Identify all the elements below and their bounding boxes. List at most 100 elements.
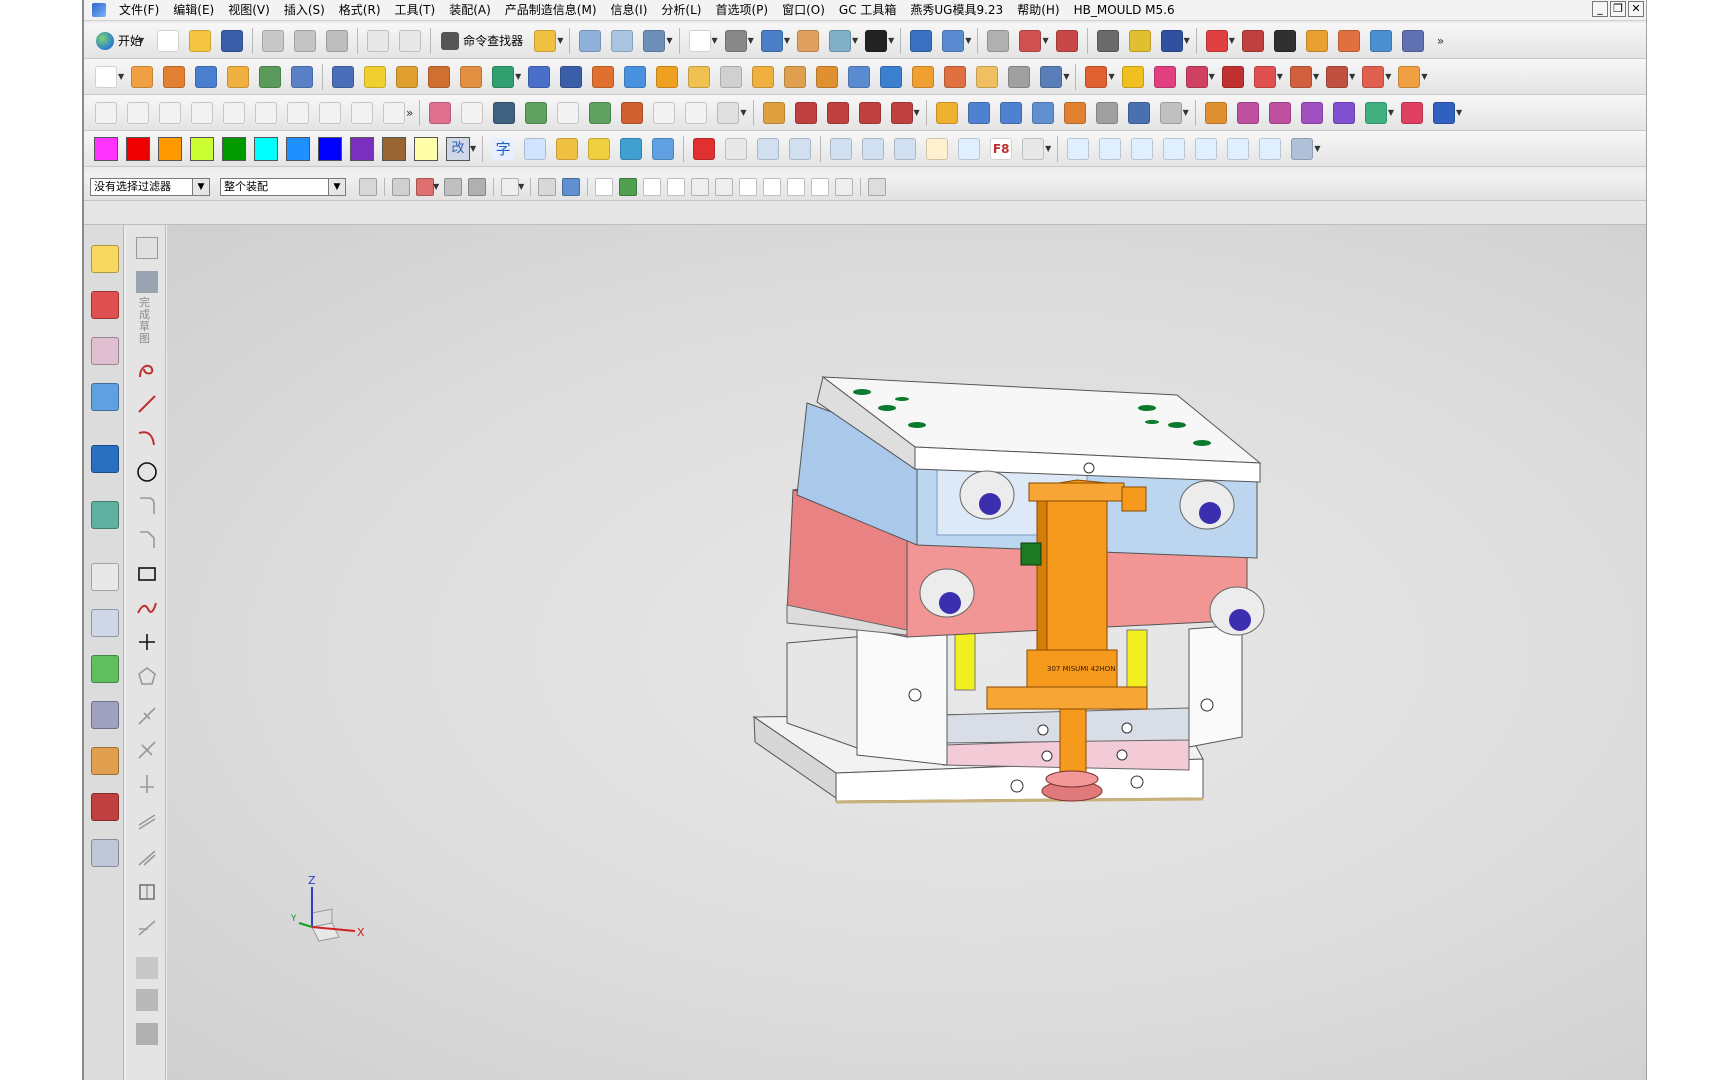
mirror-body-icon[interactable] xyxy=(862,137,885,160)
cavity-icon[interactable] xyxy=(1185,65,1208,88)
minimize-button[interactable]: _ xyxy=(1592,1,1608,17)
quadrant-snap-icon[interactable] xyxy=(763,177,782,196)
draft-icon[interactable] xyxy=(528,65,551,88)
bounded-plane-icon[interactable] xyxy=(912,65,935,88)
n-sided-surface-icon[interactable] xyxy=(1063,101,1086,124)
menu-help[interactable]: 帮助(H) xyxy=(1010,0,1066,20)
close-button[interactable]: ✕ xyxy=(1628,1,1644,17)
revolve-icon[interactable] xyxy=(163,65,186,88)
sketch-arc-icon[interactable] xyxy=(136,427,158,449)
grid-layout-icon[interactable] xyxy=(1291,137,1314,160)
sew-icon[interactable] xyxy=(944,65,967,88)
background-icon[interactable] xyxy=(865,29,888,52)
csys-icon[interactable] xyxy=(958,137,981,160)
finish-sketch-label[interactable]: 完成草图 xyxy=(139,297,153,345)
drafting-icon[interactable] xyxy=(1337,29,1360,52)
hole-icon[interactable] xyxy=(396,65,419,88)
sphere-icon[interactable] xyxy=(364,65,387,88)
extract-body-icon[interactable] xyxy=(880,65,903,88)
color-swatch-blue[interactable] xyxy=(318,136,342,161)
note-icon[interactable] xyxy=(621,101,644,124)
pattern-curve-icon[interactable] xyxy=(136,847,158,869)
command-finder-button[interactable]: 命令查找器 xyxy=(435,29,529,53)
angle-icon[interactable] xyxy=(717,101,740,124)
mate-component-icon[interactable] xyxy=(1128,29,1151,52)
start-button[interactable]: 开始 ▼ xyxy=(90,29,152,53)
mold-tool-icon[interactable] xyxy=(1040,65,1063,88)
block-icon[interactable] xyxy=(195,65,218,88)
roles-tab[interactable] xyxy=(91,747,119,775)
wave-geometry-icon[interactable] xyxy=(1019,29,1042,52)
feature-select-icon[interactable] xyxy=(416,177,434,196)
delete-face-icon[interactable] xyxy=(816,65,839,88)
selection-scope-dropdown[interactable]: 整个装配 ▼ xyxy=(220,177,346,196)
constraint-navigator-tab[interactable] xyxy=(91,291,119,319)
datum-plane-icon[interactable] xyxy=(830,137,853,160)
color-swatch-green[interactable] xyxy=(222,136,246,161)
web-browser-tab[interactable] xyxy=(91,501,119,529)
xiii-icon[interactable] xyxy=(1022,137,1045,160)
rectangle-icon[interactable] xyxy=(159,101,181,124)
cylinder-icon[interactable] xyxy=(291,65,314,88)
transform-icon[interactable] xyxy=(611,29,634,52)
menu-information[interactable]: 信息(I) xyxy=(604,0,655,20)
fit-view-icon[interactable] xyxy=(688,29,711,52)
resize-face-icon[interactable] xyxy=(848,65,871,88)
restore-button[interactable]: ❐ xyxy=(1610,1,1626,17)
quick-extend-icon[interactable] xyxy=(136,739,158,761)
history-tab[interactable] xyxy=(91,563,119,591)
select-body-icon[interactable] xyxy=(468,177,487,196)
match-edge-icon[interactable] xyxy=(1300,101,1323,124)
offset-body-icon[interactable] xyxy=(894,137,917,160)
menu-view[interactable]: 视图(V) xyxy=(221,0,277,20)
polygon-icon[interactable] xyxy=(255,101,277,124)
point-on-curve-snap-icon[interactable] xyxy=(811,177,830,196)
open-recent-icon[interactable] xyxy=(534,29,557,52)
new-file-icon[interactable] xyxy=(157,29,180,52)
x-form-icon[interactable] xyxy=(1236,101,1259,124)
cone-icon[interactable] xyxy=(1305,29,1328,52)
extend-curve-icon[interactable] xyxy=(826,101,849,124)
dimension-icon[interactable] xyxy=(1241,29,1264,52)
circle-center-icon[interactable] xyxy=(1227,137,1250,160)
edit-color-button[interactable]: 改 xyxy=(446,136,470,161)
wireframe-edit-icon[interactable] xyxy=(429,101,452,124)
system-scenes-tab[interactable] xyxy=(91,793,119,821)
menu-format[interactable]: 格式(R) xyxy=(332,0,388,20)
reflection-analysis-icon[interactable] xyxy=(1400,101,1423,124)
offset-curve-icon[interactable] xyxy=(319,101,341,124)
select-face-icon[interactable] xyxy=(643,29,666,52)
chamfer-icon[interactable] xyxy=(592,65,615,88)
color-swatch-cyan[interactable] xyxy=(254,136,278,161)
sketch-settings-icon[interactable] xyxy=(136,237,158,259)
assembly-navigator-icon[interactable] xyxy=(987,29,1010,52)
hook-icon[interactable] xyxy=(789,137,812,160)
add-component-icon[interactable] xyxy=(910,29,933,52)
snap-settings-icon[interactable] xyxy=(619,177,638,196)
frame-square-icon[interactable] xyxy=(725,137,748,160)
color-swatch-lime[interactable] xyxy=(190,136,214,161)
reference-set-icon[interactable] xyxy=(942,29,965,52)
studio-surface-icon[interactable] xyxy=(1095,101,1118,124)
sketch-point-icon[interactable] xyxy=(136,631,158,653)
endpoint-snap-icon[interactable] xyxy=(643,177,662,196)
select-all-icon[interactable] xyxy=(392,177,410,196)
standard-part-icon[interactable] xyxy=(1121,65,1144,88)
toolbar-more[interactable]: » xyxy=(1437,34,1444,48)
menu-edit[interactable]: 编辑(E) xyxy=(166,0,221,20)
intersection-snap-icon[interactable] xyxy=(715,177,734,196)
move-face-icon[interactable] xyxy=(752,65,775,88)
dimension-sketch-icon[interactable] xyxy=(136,881,158,903)
split-body-icon[interactable] xyxy=(688,65,711,88)
menu-gc-toolkit[interactable]: GC 工具箱 xyxy=(832,0,904,20)
dashed-line-icon[interactable] xyxy=(1067,137,1090,160)
drawing-icon[interactable] xyxy=(1398,65,1421,88)
mirror-icon[interactable] xyxy=(624,65,647,88)
copy-icon[interactable] xyxy=(294,29,317,52)
snap-grid-icon[interactable] xyxy=(868,177,887,196)
diagonal-line-icon[interactable] xyxy=(1099,137,1122,160)
surface-through-curves-icon[interactable] xyxy=(935,101,958,124)
insert-component-icon[interactable] xyxy=(1085,65,1108,88)
control-point-snap-icon[interactable] xyxy=(691,177,710,196)
bom-icon[interactable] xyxy=(1362,65,1385,88)
